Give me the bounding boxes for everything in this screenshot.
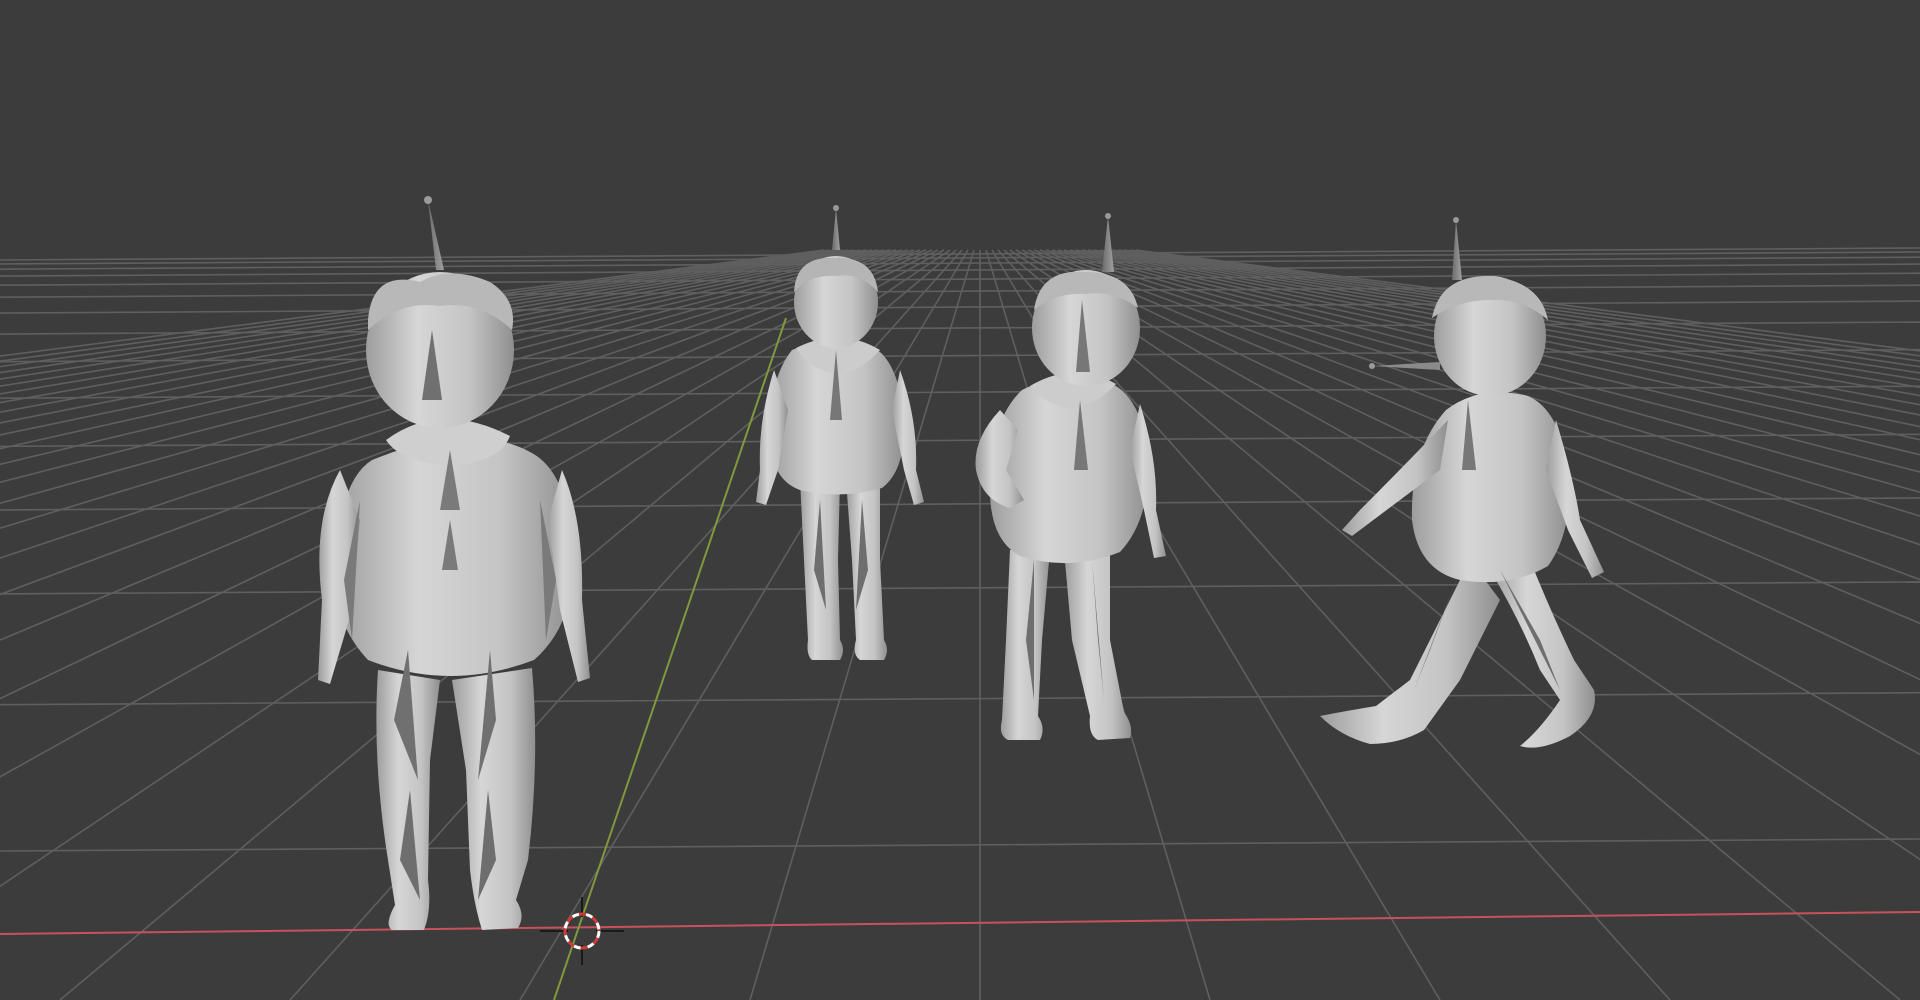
3d-cursor-icon[interactable] [540, 897, 624, 965]
character-back-rest[interactable] [756, 205, 924, 660]
y-axis-line [553, 317, 787, 1000]
3d-viewport[interactable] [0, 0, 1920, 1000]
character-hand-on-hip[interactable] [975, 213, 1167, 740]
floor-grid [0, 247, 1920, 1000]
x-axis-line [0, 911, 1920, 935]
